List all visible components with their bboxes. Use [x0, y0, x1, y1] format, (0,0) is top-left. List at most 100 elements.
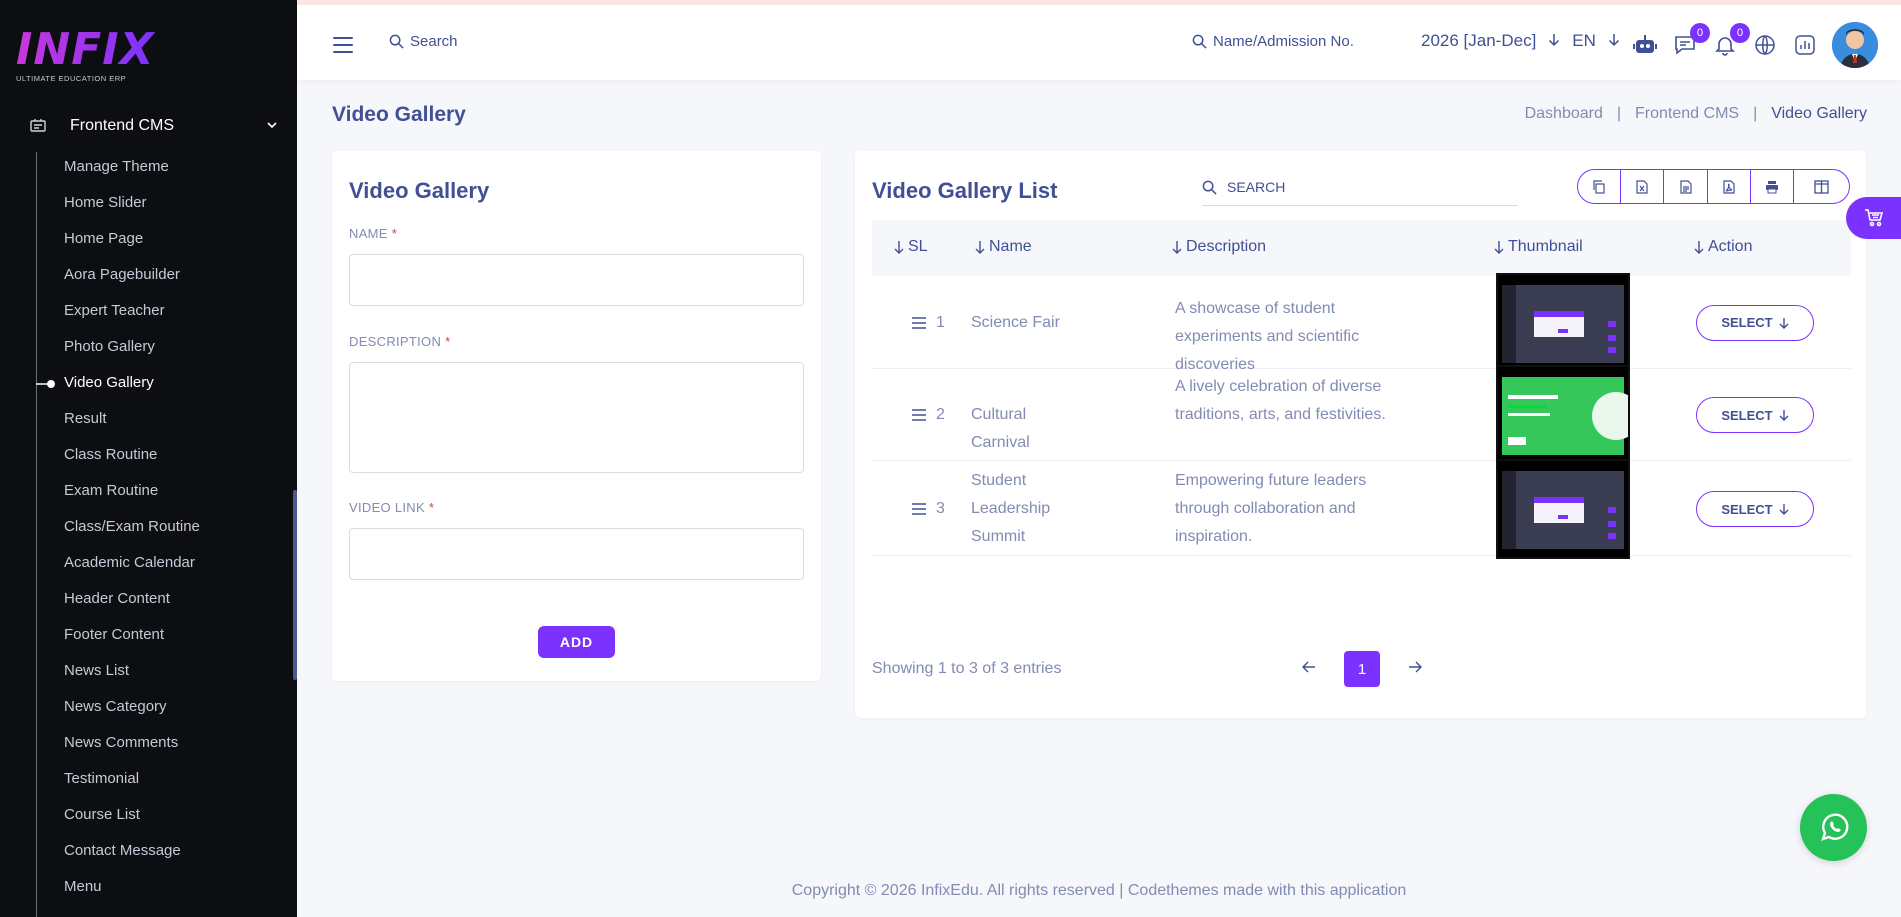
- sidebar-item-news-category[interactable]: News Category: [64, 695, 200, 731]
- sidebar-item-class-routine[interactable]: Class Routine: [64, 443, 200, 479]
- video-link-field[interactable]: [349, 528, 804, 580]
- prev-page-icon[interactable]: [1302, 660, 1316, 678]
- export-toolbar: [1577, 169, 1850, 204]
- chevron-down-icon: [266, 118, 278, 136]
- row-sl: 1: [912, 309, 945, 337]
- column-name[interactable]: Name: [975, 238, 1032, 256]
- row-sl: 2: [912, 401, 945, 429]
- name-field[interactable]: [349, 254, 804, 306]
- name-label: NAME *: [349, 226, 398, 241]
- robot-icon[interactable]: [1632, 32, 1658, 58]
- row-thumbnail[interactable]: [1496, 272, 1630, 373]
- copy-icon[interactable]: [1578, 170, 1622, 203]
- row-sl: 3: [912, 495, 945, 523]
- sidebar-item-expert-teacher[interactable]: Expert Teacher: [64, 299, 200, 335]
- sidebar-scrollbar[interactable]: [293, 490, 297, 680]
- column-description[interactable]: Description: [1172, 238, 1266, 256]
- breadcrumb-frontend-cms[interactable]: Frontend CMS: [1635, 105, 1739, 123]
- column-sl[interactable]: SL: [894, 238, 928, 256]
- video-gallery-form: Video Gallery NAME * DESCRIPTION * VIDEO…: [332, 151, 821, 681]
- sidebar-item-manage-theme[interactable]: Manage Theme: [64, 155, 200, 191]
- row-description: A showcase of student experiments and sc…: [1175, 299, 1360, 373]
- logo[interactable]: INFIX ULTIMATE EDUCATION ERP: [16, 24, 155, 84]
- sidebar-item-contact-message[interactable]: Contact Message: [64, 839, 200, 875]
- sidebar-section-frontend-cms[interactable]: Frontend CMS: [28, 114, 278, 138]
- sidebar-item-footer-content[interactable]: Footer Content: [64, 623, 200, 659]
- select-button[interactable]: SELECT: [1696, 397, 1814, 433]
- cart-icon[interactable]: [1846, 197, 1901, 239]
- logo-tagline: ULTIMATE EDUCATION ERP: [16, 74, 127, 83]
- admission-search-label: Name/Admission No.: [1213, 33, 1354, 50]
- row-name: Science Fair: [971, 313, 1060, 331]
- sidebar-item-home-page[interactable]: Home Page: [64, 227, 200, 263]
- breadcrumb-separator: |: [1753, 105, 1758, 122]
- sidebar-item-photo-gallery[interactable]: Photo Gallery: [64, 335, 200, 371]
- column-action[interactable]: Action: [1694, 238, 1752, 256]
- add-button[interactable]: ADD: [538, 626, 615, 658]
- select-button[interactable]: SELECT: [1696, 304, 1814, 341]
- description-field[interactable]: [349, 362, 804, 473]
- cms-icon: [28, 116, 48, 136]
- video-link-label: VIDEO LINK *: [349, 500, 435, 515]
- arrow-down-icon: [1548, 33, 1560, 50]
- drag-handle-icon[interactable]: [912, 409, 926, 421]
- csv-icon[interactable]: [1664, 170, 1708, 203]
- active-indicator-icon: [36, 380, 55, 388]
- stats-icon[interactable]: [1792, 32, 1818, 58]
- table-row: 2 Cultural Carnival A lively celebration…: [872, 365, 1851, 465]
- print-icon[interactable]: [1751, 170, 1795, 203]
- breadcrumb-separator: |: [1616, 105, 1622, 122]
- sidebar: INFIX ULTIMATE EDUCATION ERP Frontend CM…: [0, 0, 297, 917]
- sidebar-item-video-gallery[interactable]: Video Gallery: [64, 371, 200, 407]
- session-select[interactable]: 2026 [Jan-Dec]: [1421, 31, 1536, 51]
- sidebar-item-home-slider[interactable]: Home Slider: [64, 191, 200, 227]
- drag-handle-icon[interactable]: [912, 503, 926, 515]
- language-select[interactable]: EN: [1572, 31, 1596, 51]
- list-search-input[interactable]: SEARCH: [1202, 169, 1518, 206]
- table-row: 1 Science Fair A showcase of student exp…: [872, 272, 1851, 373]
- notification-badge: 0: [1730, 23, 1750, 43]
- select-button[interactable]: SELECT: [1696, 491, 1814, 527]
- row-thumbnail[interactable]: [1496, 459, 1630, 559]
- sidebar-item-header-content[interactable]: Header Content: [64, 587, 200, 623]
- arrow-down-icon: [1608, 33, 1620, 50]
- page-title: Video Gallery: [332, 103, 466, 126]
- sidebar-item-news-comments[interactable]: News Comments: [64, 731, 200, 767]
- row-name: Cultural Carnival: [971, 406, 1030, 451]
- bell-icon[interactable]: 0: [1712, 23, 1750, 58]
- sidebar-item-menu[interactable]: Menu: [64, 875, 200, 911]
- sidebar-item-news-list[interactable]: News List: [64, 659, 200, 695]
- top-search[interactable]: Search: [389, 33, 458, 50]
- excel-icon[interactable]: [1621, 170, 1665, 203]
- sidebar-item-class-exam-routine[interactable]: Class/Exam Routine: [64, 515, 200, 551]
- sidebar-item-testimonial[interactable]: Testimonial: [64, 767, 200, 803]
- video-gallery-list: Video Gallery List SEARCH SL Name Descri…: [855, 151, 1866, 718]
- drag-handle-icon[interactable]: [912, 316, 926, 329]
- pdf-icon[interactable]: [1708, 170, 1751, 203]
- sidebar-item-academic-calendar[interactable]: Academic Calendar: [64, 551, 200, 587]
- logo-text: INFIX: [16, 24, 155, 75]
- sidebar-item-result[interactable]: Result: [64, 407, 200, 443]
- menu-toggle-icon[interactable]: [333, 37, 353, 55]
- arrow-down-icon: [1779, 504, 1789, 515]
- next-page-icon[interactable]: [1408, 660, 1422, 678]
- sidebar-item-course-list[interactable]: Course List: [64, 803, 200, 839]
- search-icon: [1202, 180, 1217, 195]
- sidebar-item-aora-pagebuilder[interactable]: Aora Pagebuilder: [64, 263, 200, 299]
- row-thumbnail[interactable]: [1496, 365, 1630, 465]
- chat-icon[interactable]: 0: [1672, 23, 1710, 58]
- arrow-down-icon: [1779, 410, 1789, 421]
- whatsapp-icon[interactable]: [1800, 794, 1867, 861]
- sidebar-item-exam-routine[interactable]: Exam Routine: [64, 479, 200, 515]
- avatar[interactable]: [1832, 22, 1878, 68]
- column-thumbnail[interactable]: Thumbnail: [1494, 238, 1583, 256]
- list-search-placeholder: SEARCH: [1227, 179, 1286, 195]
- sort-icon: [1694, 241, 1704, 254]
- columns-icon[interactable]: [1794, 170, 1849, 203]
- page-button[interactable]: 1: [1344, 651, 1380, 687]
- sort-icon: [894, 241, 904, 254]
- breadcrumb-dashboard[interactable]: Dashboard: [1525, 105, 1603, 123]
- globe-icon[interactable]: [1752, 32, 1778, 58]
- sort-icon: [975, 241, 985, 254]
- admission-search[interactable]: Name/Admission No.: [1192, 33, 1354, 50]
